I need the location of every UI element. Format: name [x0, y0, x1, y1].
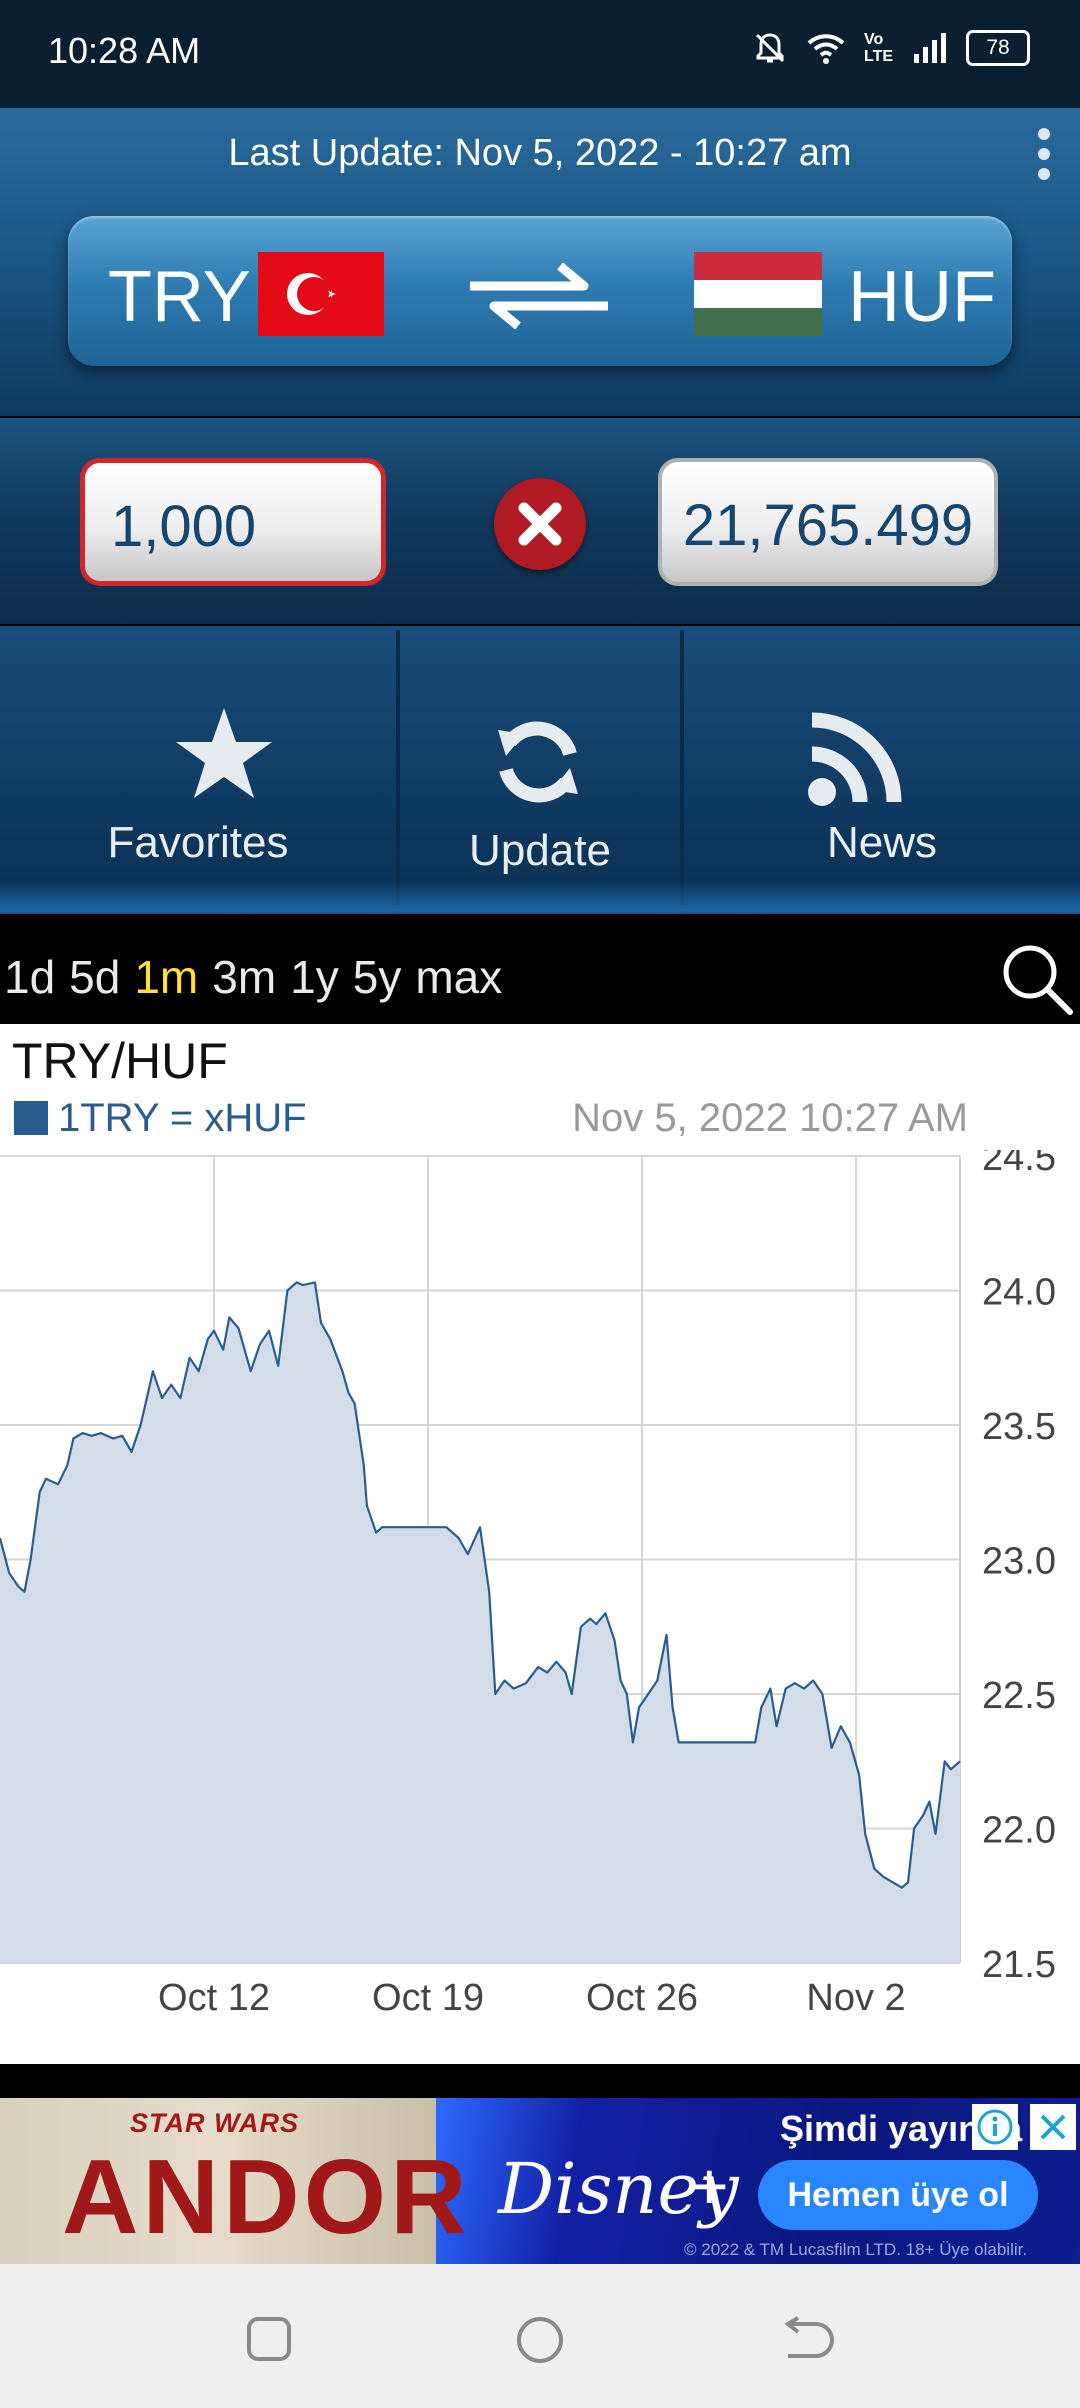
recents-icon[interactable]: [244, 2314, 294, 2364]
to-currency-code[interactable]: HUF: [848, 256, 996, 338]
y-tick-label: 24.5: [982, 1150, 1056, 1179]
favorites-label: Favorites: [107, 818, 289, 867]
swap-currencies-icon[interactable]: [464, 256, 614, 336]
chart-title: TRY/HUF: [12, 1033, 228, 1089]
battery-icon: 78: [966, 30, 1030, 66]
status-icons: Vo LTE 78: [752, 30, 1030, 66]
ad-close-icon[interactable]: [1030, 2104, 1076, 2150]
y-tick-label: 23.0: [982, 1541, 1056, 1583]
overflow-menu-icon[interactable]: [1032, 128, 1056, 186]
close-icon: [518, 502, 562, 546]
range-tab-5y[interactable]: 5y: [353, 950, 402, 1004]
volte-icon: Vo LTE: [864, 31, 894, 65]
legend-label: 1TRY = xHUF: [58, 1096, 307, 1140]
legend-swatch: [14, 1101, 48, 1135]
amount-input[interactable]: 1,000: [80, 458, 386, 586]
range-tab-3m[interactable]: 3m: [212, 950, 276, 1004]
last-update-text: Last Update: Nov 5, 2022 - 10:27 am: [228, 132, 852, 174]
system-nav-bar: [0, 2264, 1080, 2408]
x-tick-label: Nov 2: [806, 1977, 905, 2019]
y-tick-label: 21.5: [982, 1944, 1056, 1986]
from-currency-code[interactable]: TRY: [108, 256, 251, 338]
ad-info-icon[interactable]: [972, 2104, 1018, 2150]
ad-gap: [0, 2064, 1080, 2098]
search-icon[interactable]: [1000, 942, 1074, 1016]
rss-icon: [808, 712, 902, 806]
signal-icon: [914, 33, 946, 63]
update-label: Update: [469, 826, 611, 875]
y-tick-label: 22.5: [982, 1675, 1056, 1717]
back-icon[interactable]: [780, 2316, 834, 2364]
ad-service-plus: +: [690, 2149, 729, 2223]
range-tab-1y[interactable]: 1y: [290, 950, 339, 1004]
status-time: 10:28 AM: [48, 30, 201, 71]
mute-icon: [755, 33, 785, 63]
series-area: [0, 1282, 960, 1963]
home-icon[interactable]: [514, 2314, 566, 2366]
result-output[interactable]: 21,765.499: [658, 458, 998, 586]
x-tick-label: Oct 12: [158, 1977, 270, 2019]
ad-brand-title: ANDOR: [62, 2138, 471, 2256]
range-tabs: 1d 5d 1m 3m 1y 5y max: [4, 950, 502, 1004]
wifi-icon: [807, 34, 845, 64]
range-tab-1d[interactable]: 1d: [4, 950, 55, 1004]
status-bar: 10:28 AM Vo LTE 78: [0, 0, 1080, 108]
y-tick-label: 22.0: [982, 1810, 1056, 1852]
ad-cta-button[interactable]: Hemen üye ol: [758, 2160, 1038, 2230]
ad-brand-small: STAR WARS: [130, 2108, 299, 2138]
range-tab-1m[interactable]: 1m: [134, 950, 198, 1004]
ad-legal-text: © 2022 & TM Lucasfilm LTD. 18+ Üye olabi…: [684, 2240, 1028, 2259]
chart-timestamp: Nov 5, 2022 10:27 AM: [572, 1096, 968, 1140]
news-label: News: [826, 818, 938, 867]
range-tab-5d[interactable]: 5d: [69, 950, 120, 1004]
turkey-flag-icon[interactable]: [258, 252, 384, 336]
range-tab-max[interactable]: max: [415, 950, 502, 1004]
x-tick-label: Oct 26: [586, 1977, 698, 2019]
y-tick-label: 24.0: [982, 1272, 1056, 1314]
refresh-icon: [498, 721, 578, 803]
price-chart[interactable]: 24.5 24.0 23.5 23.0 22.5 22.0 21.5 Oct 12 Oct 19…: [0, 1150, 1080, 2030]
y-tick-label: 23.5: [982, 1406, 1056, 1448]
clear-button[interactable]: [494, 478, 586, 570]
hungary-flag-icon[interactable]: [694, 252, 822, 336]
star-icon: [176, 708, 272, 798]
x-tick-label: Oct 19: [372, 1977, 484, 2019]
